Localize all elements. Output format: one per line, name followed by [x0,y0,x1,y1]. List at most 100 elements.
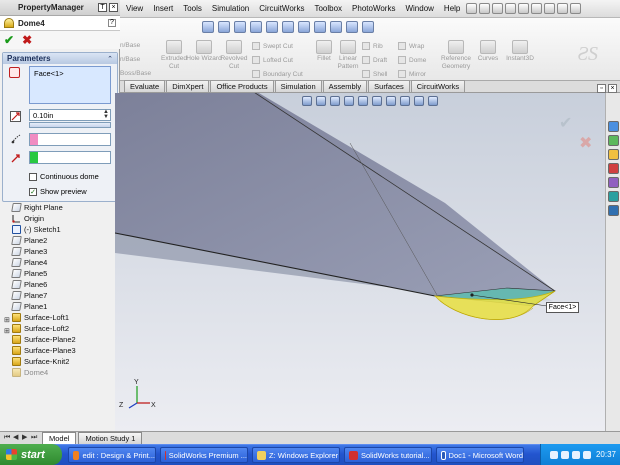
measure-icon[interactable] [362,21,374,33]
tree-item[interactable]: Plane5 [11,268,47,279]
confirm-ok-icon[interactable]: ✔ [559,113,572,132]
tree-item[interactable]: Plane1 [11,301,47,312]
resources-icon[interactable] [608,121,619,132]
tree-item[interactable]: Origin [12,213,44,224]
restore-icon[interactable]: ▫ [597,84,606,93]
last-tab-icon[interactable]: ⏭ [31,434,39,442]
shell-button[interactable]: Shell [362,70,387,78]
tree-item[interactable]: Right Plane [11,202,63,213]
help-icon[interactable]: ? [108,19,116,27]
tab-surfaces[interactable]: Surfaces [368,80,410,92]
apply-scene-icon[interactable] [414,96,424,106]
tree-item[interactable]: Surface-Loft2 [12,323,69,334]
taskbar-item-explorer[interactable]: Z: Windows Explorer [252,447,340,463]
select-arrow-icon[interactable] [202,21,214,33]
menu-simulation[interactable]: Simulation [207,4,254,13]
distance-input[interactable]: 0.10in [29,109,111,121]
menu-insert[interactable]: Insert [148,4,178,13]
menu-tools[interactable]: Tools [178,4,207,13]
tab-assembly[interactable]: Assembly [322,80,368,92]
edit-appearance-icon[interactable] [400,96,410,106]
view-settings-icon[interactable] [428,96,438,106]
pin-icon[interactable]: T [98,3,107,12]
view-orientation-icon[interactable] [358,96,368,106]
rib-button[interactable]: Rib [362,42,383,50]
direction-icon[interactable] [11,134,21,144]
zoom-to-area-icon[interactable] [316,96,326,106]
tree-item[interactable]: Surface-Loft1 [12,312,69,323]
ok-button[interactable]: ✔ [4,33,14,47]
open-folder-icon[interactable] [492,3,504,14]
save-icon[interactable] [505,3,517,14]
continuous-dome-row[interactable]: Continuous dome [29,172,99,181]
appearance-icon[interactable] [330,21,342,33]
menu-photoworks[interactable]: PhotoWorks [347,4,400,13]
next-tab-icon[interactable]: ▶ [22,434,30,442]
appearances-icon[interactable] [608,191,619,202]
rotate-icon[interactable] [218,21,230,33]
reverse-direction-icon[interactable] [11,153,21,163]
view-orientation-icon[interactable] [282,21,294,33]
display-style-icon[interactable] [372,96,382,106]
select-icon[interactable] [544,3,556,14]
distance-spinner[interactable]: ▲ ▼ [103,109,110,120]
tree-item[interactable]: Plane4 [11,257,47,268]
menu-circuitworks[interactable]: CircuitWorks [254,4,309,13]
tab-motion-study-1[interactable]: Motion Study 1 [78,431,143,445]
view-palette-icon[interactable] [608,177,619,188]
taskbar-item-word[interactable]: Doc1 - Microsoft Word [436,447,524,463]
print-icon[interactable] [518,3,530,14]
volume-tray-icon[interactable] [571,450,580,459]
swept-cut-button[interactable]: Swept Cut [252,42,293,50]
menu-toolbox[interactable]: Toolbox [309,4,347,13]
search-icon[interactable] [608,163,619,174]
zoom-to-fit-icon[interactable] [302,96,312,106]
wrap-button[interactable]: Wrap [398,42,424,50]
instant3d-button[interactable]: Instant3D [500,40,540,63]
rebuild-icon[interactable] [557,3,569,14]
face-selection-list[interactable]: Face<1> [29,66,111,104]
window-close-icon[interactable]: × [608,84,617,93]
expand-icon[interactable]: ⊞ [4,327,10,335]
options-icon[interactable] [570,3,582,14]
tree-item[interactable]: Surface-Plane3 [12,345,76,356]
display-style-icon[interactable] [298,21,310,33]
dome-button[interactable]: Dome [398,56,426,64]
point-field[interactable] [29,151,111,164]
menu-window[interactable]: Window [400,4,438,13]
cancel-button[interactable]: ✖ [22,33,32,47]
hide-show-icon[interactable] [386,96,396,106]
move-icon[interactable] [346,21,358,33]
menu-view[interactable]: View [120,4,148,13]
tree-item[interactable]: Surface-Plane2 [12,334,76,345]
prev-tab-icon[interactable]: ◀ [13,434,21,442]
draft-button[interactable]: Draft [362,56,387,64]
close-icon[interactable]: × [109,3,118,12]
file-explorer-icon[interactable] [608,149,619,160]
section-view-icon[interactable] [314,21,326,33]
taskbar-item-browser[interactable]: edit : Design & Print... [68,447,156,463]
revolved-cut-button[interactable]: Revolved Cut [216,40,252,71]
direction-field[interactable] [29,133,111,146]
section-view-icon[interactable] [344,96,354,106]
distance-thumbwheel[interactable] [29,122,111,128]
tab-circuitworks[interactable]: CircuitWorks [410,80,466,92]
graphics-area[interactable]: ✔ ✖ Y Z X [115,93,605,431]
tab-evaluate[interactable]: Evaluate [124,80,166,92]
face-entry[interactable]: Face<1> [30,67,110,80]
mirror-button[interactable]: Mirror [398,70,426,78]
zoom-area-icon[interactable] [266,21,278,33]
tree-item[interactable]: Plane7 [11,290,47,301]
tree-item[interactable]: Plane2 [11,235,47,246]
show-preview-row[interactable]: ✓ Show preview [29,187,87,196]
design-library-icon[interactable] [608,135,619,146]
tab-simulation[interactable]: Simulation [274,80,322,92]
tab-model[interactable]: Model [42,431,77,445]
undo-icon[interactable] [531,3,543,14]
previous-view-icon[interactable] [330,96,340,106]
first-tab-icon[interactable]: ⏮ [4,434,12,442]
boundary-cut-button[interactable]: Boundary Cut [252,70,303,78]
security-tray-icon[interactable] [582,450,591,459]
collapse-icon[interactable]: ⌃ [107,55,113,63]
tree-item[interactable]: Dome4 [12,367,48,378]
